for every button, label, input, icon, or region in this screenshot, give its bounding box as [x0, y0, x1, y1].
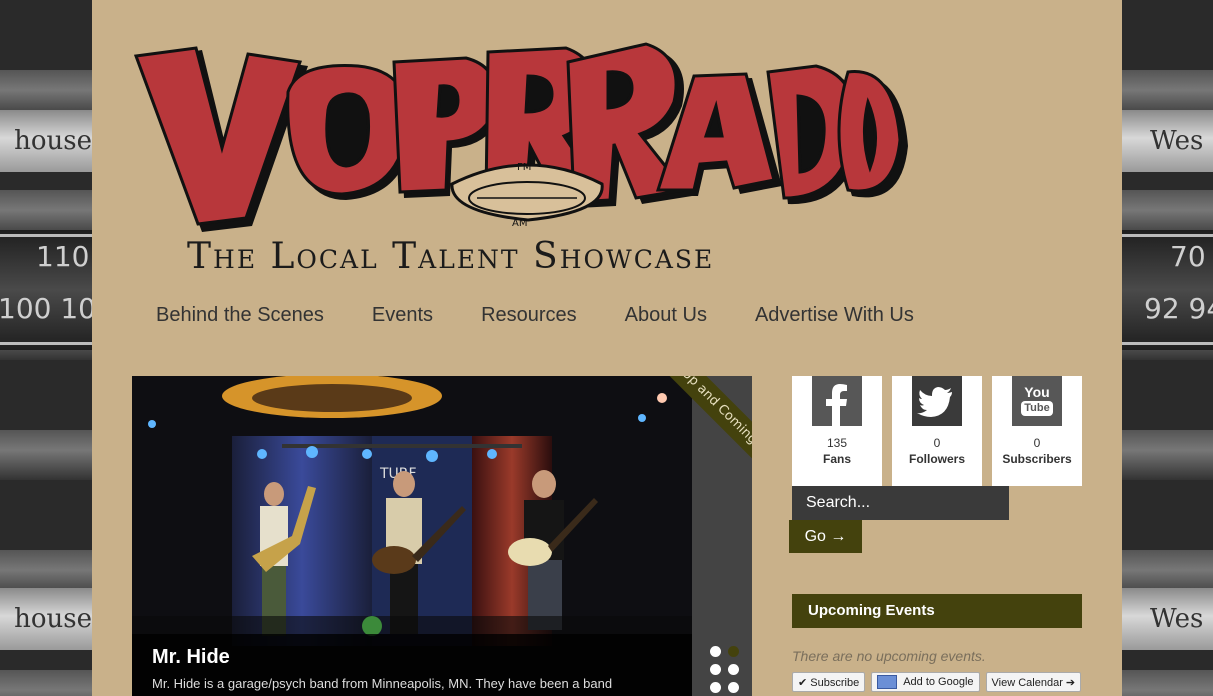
dial-label: house — [0, 110, 92, 172]
featured-caption: Mr. Hide Mr. Hide is a garage/psych band… — [132, 634, 692, 696]
slide-dot[interactable] — [728, 664, 739, 675]
nav-item-behind-the-scenes[interactable]: Behind the Scenes — [156, 304, 324, 327]
youtube-icon-text: You — [1024, 384, 1050, 400]
slide-dot[interactable] — [710, 664, 721, 675]
dial-scale: 110 120 100 102 104 — [0, 230, 92, 350]
search-input[interactable] — [792, 486, 1009, 520]
search-go-button[interactable]: Go → — [789, 520, 862, 553]
add-to-google-button[interactable]: Add to Google — [871, 672, 980, 692]
featured-title[interactable]: Mr. Hide — [152, 646, 230, 669]
google-calendar-icon — [877, 675, 898, 689]
twitter-counter[interactable]: 0 Followers — [892, 376, 982, 486]
dial-scale: 70 92 94 — [1122, 230, 1213, 350]
social-counters: 135 Fans 0 Followers You Tube 0 Subscrib… — [792, 376, 1082, 486]
slider-pagination — [710, 646, 744, 696]
slide-dot[interactable] — [728, 682, 739, 693]
youtube-counter[interactable]: You Tube 0 Subscribers — [992, 376, 1082, 486]
nav-item-advertise[interactable]: Advertise With Us — [755, 304, 914, 327]
twitter-count: 0 — [933, 436, 941, 450]
background-right: Wes 70 92 94 Wes — [1122, 0, 1213, 696]
featured-excerpt: Mr. Hide is a garage/psych band from Min… — [152, 676, 613, 691]
facebook-label: Fans — [822, 452, 851, 466]
dial-label: house — [0, 588, 92, 650]
dial-number: 110 120 — [36, 240, 92, 273]
twitter-label: Followers — [908, 452, 965, 466]
main-nav: Behind the Scenes Events Resources About… — [156, 304, 962, 327]
calendar-buttons: ✔ Subscribe Add to Google View Calendar … — [792, 672, 1082, 692]
nav-item-events[interactable]: Events — [372, 304, 433, 327]
subscribe-button[interactable]: ✔ Subscribe — [792, 672, 866, 692]
dial-number: 92 94 — [1144, 292, 1213, 325]
twitter-icon — [912, 376, 962, 426]
facebook-count: 135 — [826, 436, 848, 450]
slide-dot[interactable] — [710, 646, 721, 657]
dial-label: Wes — [1122, 110, 1213, 172]
youtube-label: Subscribers — [1002, 452, 1072, 466]
background-left: house 110 120 100 102 104 house — [0, 0, 92, 696]
no-events-message: There are no upcoming events. — [792, 648, 986, 664]
svg-text:AM: AM — [512, 218, 527, 229]
nav-item-resources[interactable]: Resources — [481, 304, 577, 327]
nav-item-about-us[interactable]: About Us — [625, 304, 707, 327]
upcoming-events-heading: Upcoming Events — [792, 594, 1082, 628]
view-calendar-button[interactable]: View Calendar ➔ — [985, 672, 1082, 692]
dial-number: 70 — [1170, 240, 1206, 273]
page-container: FM AM The Local Talent Showcase Behind t… — [92, 0, 1122, 696]
dial-number: 100 102 104 — [0, 292, 92, 325]
dial-label: Wes — [1122, 588, 1213, 650]
slide-dot-active[interactable] — [728, 646, 739, 657]
youtube-icon: You Tube — [1012, 376, 1062, 426]
youtube-count: 0 — [1033, 436, 1041, 450]
youtube-icon-text: Tube — [1021, 401, 1053, 416]
featured-slider[interactable]: TURF Up — [132, 376, 752, 696]
facebook-counter[interactable]: 135 Fans — [792, 376, 882, 486]
slide-dot[interactable] — [710, 682, 721, 693]
site-tagline: The Local Talent Showcase — [187, 236, 715, 277]
svg-text:FM: FM — [517, 162, 531, 173]
facebook-icon — [812, 376, 862, 426]
add-to-google-label: Add to Google — [903, 676, 974, 688]
